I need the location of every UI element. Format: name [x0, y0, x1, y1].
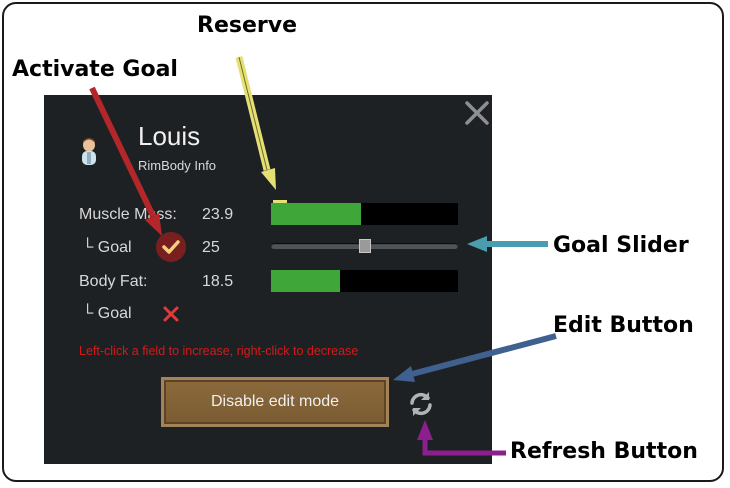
goal-slider-callout: Goal Slider	[553, 233, 689, 258]
edit-button-arrow	[411, 333, 557, 377]
refresh-button-arrow	[422, 438, 506, 456]
activate-goal-callout: Activate Goal	[12, 57, 178, 82]
refresh-button-callout: Refresh Button	[510, 439, 698, 464]
edit-button-callout: Edit Button	[553, 313, 694, 338]
reserve-callout: Reserve	[197, 13, 297, 38]
activate-goal-arrow	[89, 86, 156, 218]
